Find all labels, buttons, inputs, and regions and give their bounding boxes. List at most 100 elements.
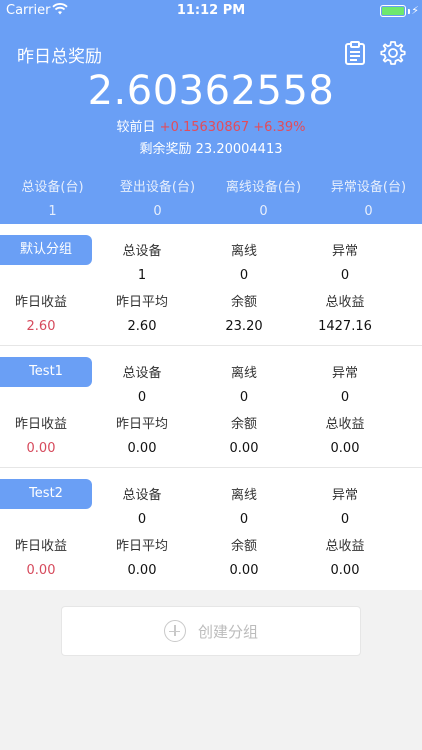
cell-label: 异常 — [331, 244, 358, 259]
device-stats: 总设备(台) 1 登出设备(台) 0 离线设备(台) 0 异常设备(台) 0 — [0, 176, 422, 220]
cell-label: 离线 — [230, 244, 257, 259]
group-card[interactable]: Test2 总设备 0 离线 0 异常 0 昨日收益 0.00 昨日平均 0.0… — [0, 468, 422, 590]
cell-value: 1427.16 — [318, 319, 372, 334]
cell-label: 总设备 — [122, 244, 162, 259]
balance-cell: 余额 0.00 — [189, 535, 299, 578]
cell-label: 余额 — [230, 417, 257, 432]
clock: 11:12 PM — [176, 3, 246, 18]
group-card[interactable]: 默认分组 总设备 1 离线 0 异常 0 昨日收益 2.60 昨日平均 2.60 — [0, 224, 422, 346]
group-name-tag[interactable]: 默认分组 — [0, 235, 92, 265]
yesterday-income-cell: 昨日收益 0.00 — [0, 413, 96, 456]
cell-value: 0.00 — [229, 563, 259, 578]
cell-value: 0.00 — [127, 563, 157, 578]
cell-value: 0.00 — [127, 441, 157, 456]
cell-label: 昨日收益 — [14, 417, 67, 432]
cell-label: 总收益 — [325, 295, 365, 310]
cell-value: 0 — [340, 268, 350, 283]
total-income-cell: 总收益 1427.16 — [290, 291, 400, 334]
plus-circle-icon — [163, 620, 186, 642]
cell-value: 0 — [239, 268, 249, 283]
cell-value: 0.00 — [229, 441, 259, 456]
battery-icon — [380, 5, 406, 17]
cell-label: 余额 — [230, 539, 257, 554]
stat-label: 异常设备(台) — [330, 180, 407, 195]
cell-label: 昨日平均 — [115, 295, 168, 310]
summary-header: Carrier 11:12 PM ⚡ 昨日总奖励 2.60362558 较前日 … — [0, 0, 422, 224]
cell-label: 昨日平均 — [115, 417, 168, 432]
cell-value: 0.00 — [330, 441, 360, 456]
cell-label: 总收益 — [325, 539, 365, 554]
group-card[interactable]: Test1 总设备 0 离线 0 异常 0 昨日收益 0.00 昨日平均 0.0… — [0, 346, 422, 468]
stat-label: 离线设备(台) — [225, 180, 302, 195]
abnormal-cell: 异常 0 — [290, 362, 400, 405]
yesterday-avg-cell: 昨日平均 0.00 — [87, 535, 197, 578]
cell-label: 余额 — [230, 295, 257, 310]
cell-label: 昨日收益 — [14, 295, 67, 310]
cell-value: 0 — [239, 390, 249, 405]
cell-label: 总设备 — [122, 488, 162, 503]
battery-tip — [408, 9, 410, 14]
compare-label: 较前日 — [116, 120, 156, 135]
cell-label: 离线 — [230, 366, 257, 381]
total-devices-cell: 总设备 0 — [87, 362, 197, 405]
create-group-label: 创建分组 — [197, 622, 258, 641]
stat-value: 1 — [48, 204, 57, 219]
yesterday-avg-cell: 昨日平均 2.60 — [87, 291, 197, 334]
clipboard-icon[interactable] — [342, 40, 368, 66]
app-screen: Carrier 11:12 PM ⚡ 昨日总奖励 2.60362558 较前日 … — [0, 0, 422, 750]
total-reward-value: 2.60362558 — [87, 68, 335, 114]
stat-value: 0 — [259, 204, 268, 219]
yesterday-income-cell: 昨日收益 0.00 — [0, 535, 96, 578]
stat-logged-out-devices: 登出设备(台) 0 — [105, 176, 210, 219]
stat-total-devices: 总设备(台) 1 — [0, 176, 105, 219]
group-name-tag[interactable]: Test2 — [0, 479, 92, 509]
total-income-cell: 总收益 0.00 — [290, 535, 400, 578]
cell-label: 总设备 — [122, 366, 162, 381]
charging-icon: ⚡ — [411, 4, 419, 17]
cell-label: 总收益 — [325, 417, 365, 432]
compare-delta: +0.15630867 — [159, 120, 250, 135]
cell-value: 2.60 — [127, 319, 157, 334]
group-name-tag[interactable]: Test1 — [0, 357, 92, 387]
abnormal-cell: 异常 0 — [290, 240, 400, 283]
total-devices-cell: 总设备 0 — [87, 484, 197, 527]
remaining-label: 剩余奖励 — [139, 142, 192, 157]
cell-value: 0 — [340, 512, 350, 527]
balance-cell: 余额 23.20 — [189, 291, 299, 334]
offline-cell: 离线 0 — [189, 484, 299, 527]
remaining-value: 23.20004413 — [195, 142, 283, 157]
stat-offline-devices: 离线设备(台) 0 — [211, 176, 316, 219]
gear-icon[interactable] — [380, 40, 406, 66]
cell-value: 0 — [340, 390, 350, 405]
stat-abnormal-devices: 异常设备(台) 0 — [316, 176, 421, 219]
cell-label: 昨日平均 — [115, 539, 168, 554]
yesterday-avg-cell: 昨日平均 0.00 — [87, 413, 197, 456]
cell-label: 离线 — [230, 488, 257, 503]
cell-label: 异常 — [331, 366, 358, 381]
stat-value: 0 — [153, 204, 162, 219]
create-group-button[interactable]: 创建分组 — [61, 606, 361, 656]
stat-value: 0 — [364, 204, 373, 219]
cell-value: 2.60 — [26, 319, 56, 334]
cell-label: 昨日收益 — [14, 539, 67, 554]
cell-value: 0.00 — [26, 563, 56, 578]
cell-value: 1 — [137, 268, 147, 283]
balance-cell: 余额 0.00 — [189, 413, 299, 456]
page-title: 昨日总奖励 — [17, 47, 102, 67]
cell-value: 0 — [137, 512, 147, 527]
total-income-cell: 总收益 0.00 — [290, 413, 400, 456]
stat-label: 登出设备(台) — [119, 180, 196, 195]
status-bar: Carrier 11:12 PM ⚡ — [0, 0, 422, 22]
compare-line: 较前日 +0.15630867 +6.39% — [0, 116, 422, 135]
offline-cell: 离线 0 — [189, 240, 299, 283]
remaining-line: 剩余奖励 23.20004413 — [0, 138, 422, 157]
abnormal-cell: 异常 0 — [290, 484, 400, 527]
offline-cell: 离线 0 — [189, 362, 299, 405]
cell-value: 0.00 — [330, 563, 360, 578]
group-list: 默认分组 总设备 1 离线 0 异常 0 昨日收益 2.60 昨日平均 2.60 — [0, 224, 422, 590]
total-devices-cell: 总设备 1 — [87, 240, 197, 283]
cell-value: 0.00 — [26, 441, 56, 456]
compare-percent: +6.39% — [253, 120, 306, 135]
cell-value: 0 — [137, 390, 147, 405]
yesterday-income-cell: 昨日收益 2.60 — [0, 291, 96, 334]
